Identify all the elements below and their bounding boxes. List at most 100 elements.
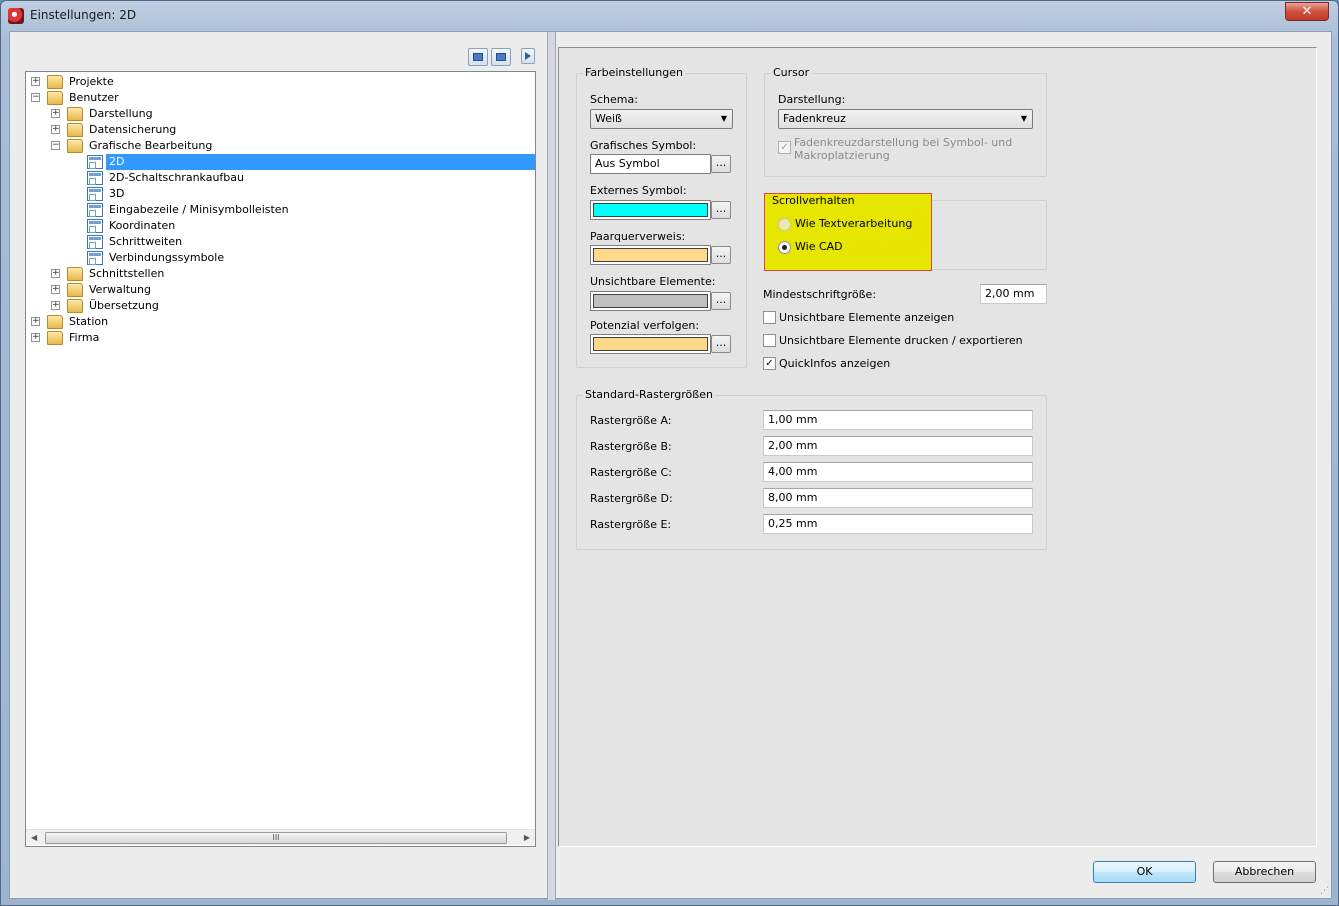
raster-b-input[interactable]: 2,00 mm: [763, 436, 1033, 456]
scroll-right-icon[interactable]: ▶: [524, 833, 530, 842]
tree-item-firma[interactable]: + Firma: [26, 330, 535, 346]
paarquerverweis-color-field[interactable]: [590, 245, 711, 265]
expand-icon[interactable]: +: [31, 333, 40, 342]
tree-item-label: Projekte: [69, 75, 114, 88]
tree-item-grafische-bearbeitung[interactable]: − Grafische Bearbeitung: [26, 138, 535, 154]
settings-panel: Farbeinstellungen Schema: Weiß ▼ Grafisc…: [558, 47, 1317, 847]
grafisches-symbol-value: Aus Symbol: [595, 157, 660, 170]
wie-cad-label[interactable]: Wie CAD: [795, 240, 843, 253]
tree-item-verbindungssymbole[interactable]: Verbindungssymbole: [26, 250, 535, 266]
back-nav-icon[interactable]: [468, 48, 488, 66]
tree-item-schnittstellen[interactable]: + Schnittstellen: [26, 266, 535, 282]
raster-a-label: Rastergröße A:: [590, 414, 672, 427]
chevron-down-icon: ▼: [1020, 114, 1027, 123]
raster-c-input[interactable]: 4,00 mm: [763, 462, 1033, 482]
dialog-client-area: + Projekte − Benutzer + Darstellung + Da…: [9, 31, 1332, 900]
forward-nav-icon[interactable]: [491, 48, 511, 66]
potenzial-verfolgen-color-field[interactable]: [590, 334, 711, 354]
folder-icon: [47, 75, 63, 89]
tree-item-label: Schnittstellen: [89, 267, 165, 280]
folder-icon: [67, 299, 83, 313]
grafisches-symbol-field[interactable]: Aus Symbol: [590, 154, 711, 174]
settings-tree[interactable]: + Projekte − Benutzer + Darstellung + Da…: [25, 71, 536, 847]
tree-item-label: Schrittweiten: [109, 235, 183, 248]
wie-cad-radio[interactable]: [778, 241, 791, 254]
tree-item-schrittweiten[interactable]: Schrittweiten: [26, 234, 535, 250]
tree-item-darstellung[interactable]: + Darstellung: [26, 106, 535, 122]
raster-e-input[interactable]: 0,25 mm: [763, 514, 1033, 534]
tree-item-label: 3D: [109, 187, 125, 200]
raster-d-label: Rastergröße D:: [590, 492, 673, 505]
resize-grip-icon[interactable]: ⋰: [1320, 886, 1329, 896]
tree-item-station[interactable]: + Station: [26, 314, 535, 330]
ok-button[interactable]: OK: [1093, 861, 1196, 883]
potenzial-verfolgen-browse-button[interactable]: ...: [711, 335, 731, 353]
tree-item-label: 2D-Schaltschrankaufbau: [109, 171, 244, 184]
color-swatch: [593, 337, 708, 351]
tree-item-2d[interactable]: 2D: [26, 154, 535, 170]
mindestschriftgroesse-input[interactable]: 2,00 mm: [980, 284, 1047, 304]
tree-item-label: Firma: [69, 331, 100, 344]
collapse-icon[interactable]: −: [51, 141, 60, 150]
externes-symbol-color-field[interactable]: [590, 200, 711, 220]
paarquerverweis-browse-button[interactable]: ...: [711, 246, 731, 264]
tree-item-uebersetzung[interactable]: + Übersetzung: [26, 298, 535, 314]
scrollbar-thumb[interactable]: III: [45, 832, 507, 844]
unsichtbare-drucken-checkbox[interactable]: [763, 334, 776, 347]
collapse-icon[interactable]: −: [31, 93, 40, 102]
externes-symbol-browse-button[interactable]: ...: [711, 201, 731, 219]
tree-item-label: Darstellung: [89, 107, 153, 120]
chevron-down-icon: ▼: [720, 114, 727, 123]
unsichtbare-anzeigen-label[interactable]: Unsichtbare Elemente anzeigen: [779, 311, 954, 324]
unsichtbare-drucken-label[interactable]: Unsichtbare Elemente drucken / exportier…: [779, 334, 1023, 347]
tree-item-eingabezeile[interactable]: Eingabezeile / Minisymbolleisten: [26, 202, 535, 218]
expand-icon[interactable]: +: [31, 77, 40, 86]
tree-item-koordinaten[interactable]: Koordinaten: [26, 218, 535, 234]
folder-icon: [67, 283, 83, 297]
tree-item-verwaltung[interactable]: + Verwaltung: [26, 282, 535, 298]
close-button[interactable]: ✕: [1285, 2, 1329, 21]
wie-textverarbeitung-label[interactable]: Wie Textverarbeitung: [795, 217, 912, 230]
collapse-panel-icon[interactable]: [521, 48, 535, 64]
grafisches-symbol-label: Grafisches Symbol:: [590, 139, 697, 152]
raster-e-label: Rastergröße E:: [590, 518, 672, 531]
folder-icon: [67, 107, 83, 121]
raster-b-label: Rastergröße B:: [590, 440, 672, 453]
expand-icon[interactable]: +: [31, 317, 40, 326]
tree-item-2d-schaltschrankaufbau[interactable]: 2D-Schaltschrankaufbau: [26, 170, 535, 186]
raster-a-input[interactable]: 1,00 mm: [763, 410, 1033, 430]
expand-icon[interactable]: +: [51, 125, 60, 134]
expand-icon[interactable]: +: [51, 269, 60, 278]
wie-textverarbeitung-radio[interactable]: [778, 218, 791, 231]
app-icon: [8, 8, 24, 24]
tree-horizontal-scrollbar[interactable]: ◀ III ▶: [26, 829, 535, 845]
quickinfos-checkbox[interactable]: ✓: [763, 357, 776, 370]
unsichtbare-elemente-color-field[interactable]: [590, 291, 711, 311]
cancel-button[interactable]: Abbrechen: [1213, 861, 1316, 883]
grafisches-symbol-browse-button[interactable]: ...: [711, 155, 731, 173]
quickinfos-label[interactable]: QuickInfos anzeigen: [779, 357, 890, 370]
folder-icon: [47, 315, 63, 329]
settings-page-icon: [87, 235, 103, 249]
tree-item-benutzer[interactable]: − Benutzer: [26, 90, 535, 106]
folder-icon: [67, 139, 83, 153]
unsichtbare-elemente-browse-button[interactable]: ...: [711, 292, 731, 310]
raster-a-value: 1,00 mm: [768, 413, 818, 426]
expand-icon[interactable]: +: [51, 285, 60, 294]
tree-item-datensicherung[interactable]: + Datensicherung: [26, 122, 535, 138]
scroll-left-icon[interactable]: ◀: [31, 833, 37, 842]
tree-item-3d[interactable]: 3D: [26, 186, 535, 202]
schema-dropdown[interactable]: Weiß ▼: [590, 109, 733, 129]
tree-item-projekte[interactable]: + Projekte: [26, 74, 535, 90]
settings-page-icon: [87, 219, 103, 233]
settings-page-icon: [87, 155, 103, 169]
unsichtbare-anzeigen-checkbox[interactable]: [763, 311, 776, 324]
darstellung-dropdown[interactable]: Fadenkreuz ▼: [778, 109, 1033, 129]
title-bar: Einstellungen: 2D ✕: [1, 1, 1338, 31]
pane-splitter[interactable]: [547, 32, 556, 900]
expand-icon[interactable]: +: [51, 109, 60, 118]
fadenkreuz-checkbox[interactable]: ✓: [778, 141, 791, 154]
raster-d-input[interactable]: 8,00 mm: [763, 488, 1033, 508]
tree-item-label: Übersetzung: [89, 299, 159, 312]
expand-icon[interactable]: +: [51, 301, 60, 310]
